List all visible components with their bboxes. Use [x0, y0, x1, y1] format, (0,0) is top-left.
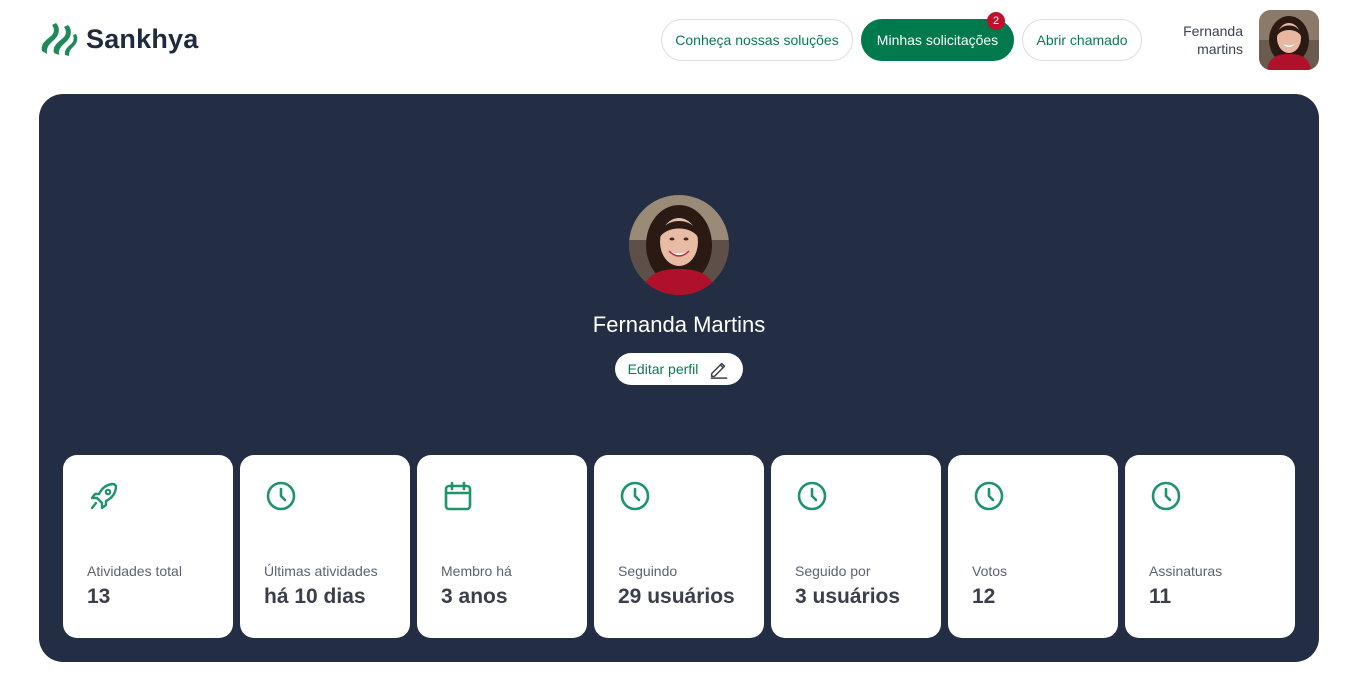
stat-label: Atividades total — [87, 563, 182, 579]
top-nav: Conheça nossas soluções Minhas solicitaç… — [661, 12, 1142, 61]
clock-icon — [1151, 481, 1181, 511]
stat-value: 11 — [1149, 585, 1172, 608]
stat-card-followers: Seguido por 3 usuários — [771, 455, 941, 638]
notification-badge: 2 — [987, 12, 1005, 30]
stat-label: Seguindo — [618, 563, 678, 579]
stat-value: 12 — [972, 585, 996, 608]
stat-label: Membro há — [441, 563, 512, 579]
profile-avatar — [629, 195, 729, 295]
stat-card-last-activity: Últimas atividades há 10 dias — [240, 455, 410, 638]
profile-avatar-photo — [629, 195, 729, 295]
stat-value: 13 — [87, 585, 111, 608]
clock-icon — [974, 481, 1004, 511]
user-last-name: martins — [1197, 41, 1243, 57]
stat-label: Votos — [972, 563, 1008, 579]
calendar-icon — [444, 481, 472, 511]
stat-card-activities: Atividades total 13 — [63, 455, 233, 638]
stat-label: Seguido por — [795, 563, 871, 579]
stat-value: 29 usuários — [618, 585, 735, 608]
stat-value: há 10 dias — [264, 585, 366, 608]
stat-value: 3 anos — [441, 585, 508, 608]
stat-value: 3 usuários — [795, 585, 901, 608]
profile-name: Fernanda Martins — [592, 312, 766, 337]
user-name: Fernanda martins — [1173, 22, 1243, 58]
open-ticket-button[interactable]: Abrir chamado — [1022, 19, 1142, 61]
stats-row: Atividades total 13 Últimas atividades h… — [63, 455, 1295, 638]
edit-profile-button[interactable]: Editar perfil — [615, 353, 743, 385]
solutions-label: Conheça nossas soluções — [675, 32, 839, 48]
edit-profile-label: Editar perfil — [627, 361, 699, 377]
pencil-icon — [711, 362, 728, 379]
open-ticket-label: Abrir chamado — [1036, 32, 1128, 48]
sankhya-logo-mark-icon — [41, 23, 78, 56]
stat-card-votes: Votos 12 — [948, 455, 1118, 638]
sankhya-logo[interactable]: Sankhya — [38, 21, 198, 57]
clock-icon — [797, 481, 827, 511]
top-header: Sankhya Conheça nossas soluções Minhas s… — [0, 0, 1365, 80]
user-first-name: Fernanda — [1183, 23, 1243, 39]
user-avatar[interactable] — [1259, 10, 1319, 70]
clock-icon — [620, 481, 650, 511]
avatar-photo — [1259, 10, 1319, 70]
my-requests-button[interactable]: Minhas solicitações 2 — [861, 12, 1014, 61]
solutions-button[interactable]: Conheça nossas soluções — [661, 19, 853, 61]
logo-text: Sankhya — [86, 23, 199, 54]
stat-card-subscriptions: Assinaturas 11 — [1125, 455, 1295, 638]
rocket-icon — [90, 482, 118, 510]
user-menu[interactable]: Fernanda martins — [1173, 10, 1319, 70]
stat-card-following: Seguindo 29 usuários — [594, 455, 764, 638]
stat-label: Assinaturas — [1149, 563, 1223, 579]
profile-panel: Fernanda Martins Editar perfil Atividade… — [39, 94, 1319, 662]
stat-label: Últimas atividades — [264, 563, 378, 579]
clock-icon — [266, 481, 296, 511]
my-requests-label: Minhas solicitações — [876, 32, 999, 48]
stat-card-member-since: Membro há 3 anos — [417, 455, 587, 638]
